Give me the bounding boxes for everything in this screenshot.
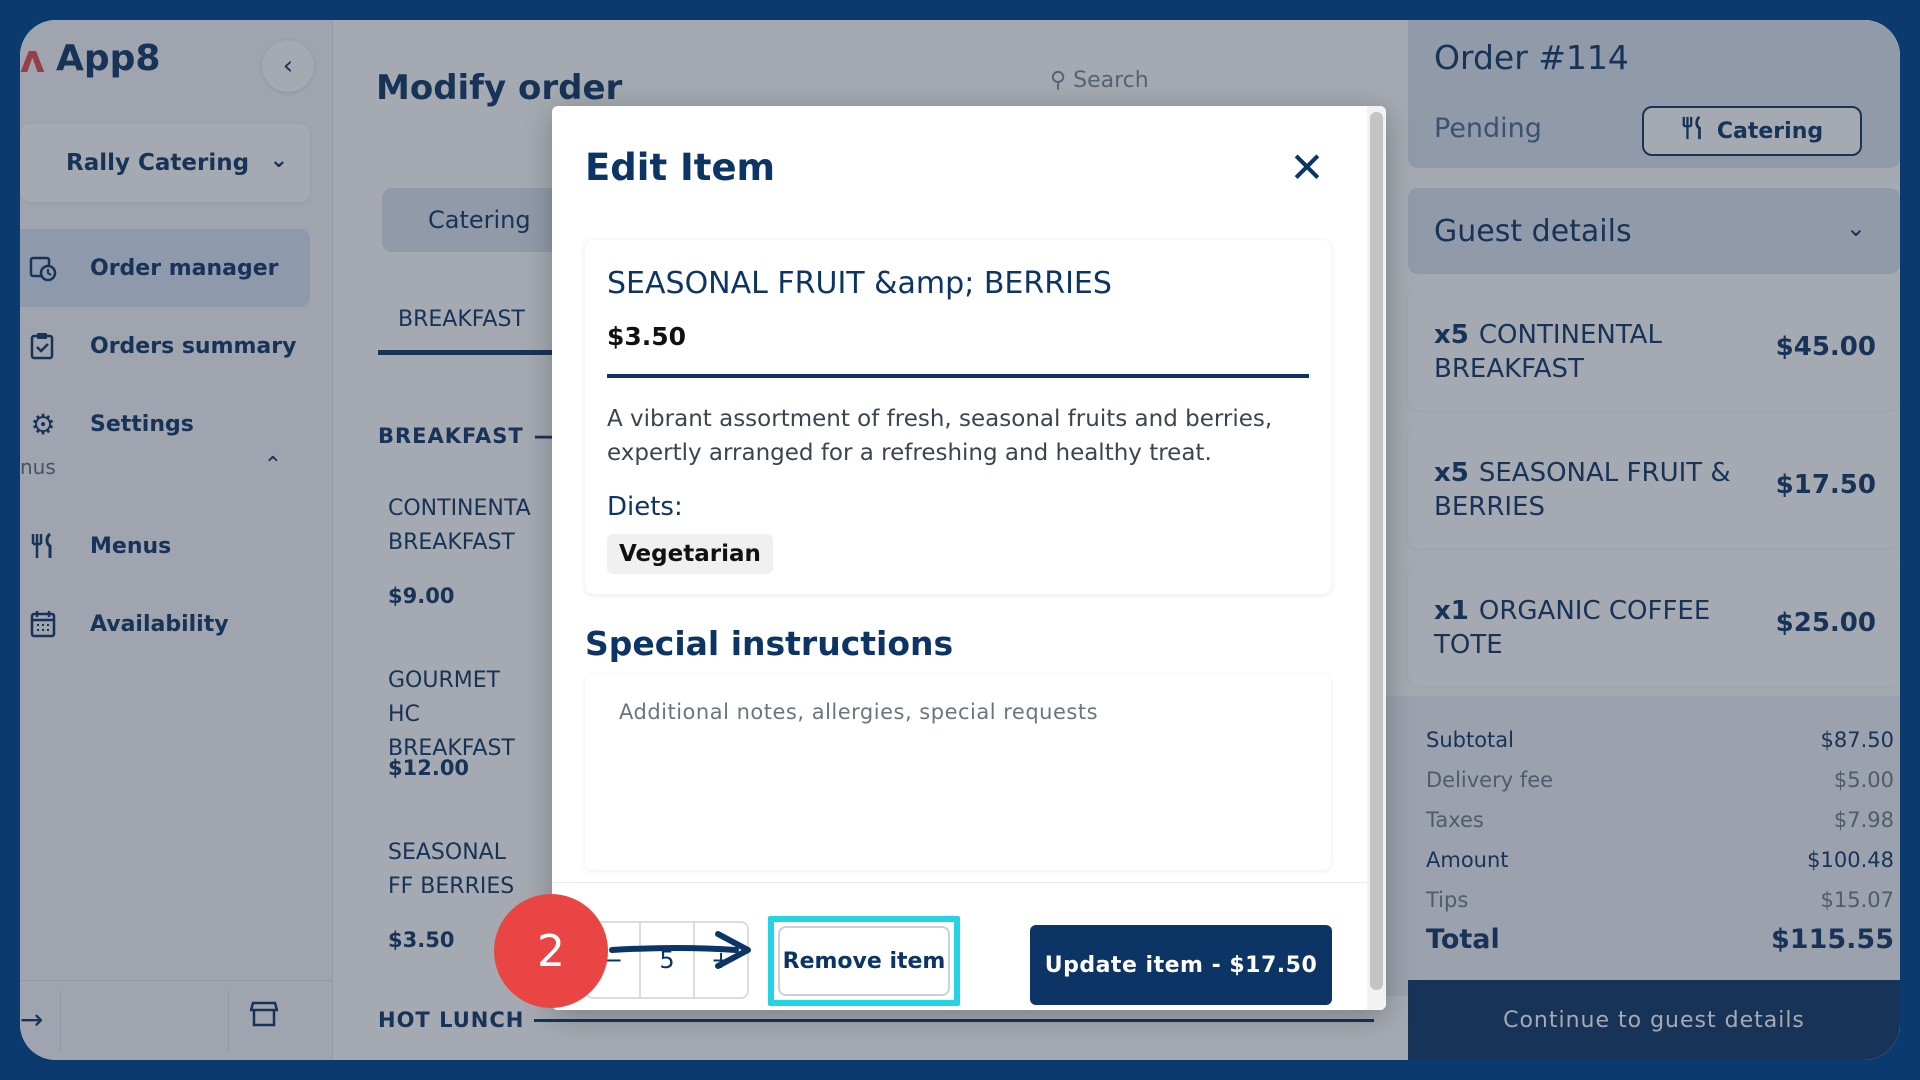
item-description: A vibrant assortment of fresh, seasonal … (607, 406, 1273, 466)
item-price: $3.50 (607, 322, 687, 351)
item-name: SEASONAL FRUIT &amp; BERRIES (607, 266, 1112, 301)
dialog-title: Edit Item (585, 146, 776, 189)
special-instructions-box (585, 674, 1331, 870)
special-instructions-input[interactable] (585, 674, 1331, 870)
scrollbar-thumb[interactable] (1370, 112, 1383, 990)
close-icon: ✕ (1289, 142, 1325, 192)
pointer-arrow-icon (609, 931, 751, 969)
diet-tag: Vegetarian (607, 534, 773, 574)
divider (607, 374, 1309, 378)
step-marker: 2 (494, 894, 608, 1008)
edit-item-dialog: Edit Item ✕ SEASONAL FRUIT &amp; BERRIES… (552, 106, 1386, 1010)
tutorial-highlight (768, 916, 960, 1006)
update-item-button[interactable]: Update item - $17.50 (1030, 925, 1332, 1005)
item-detail-card: SEASONAL FRUIT &amp; BERRIES $3.50 A vib… (585, 240, 1331, 594)
close-button[interactable]: ✕ (1282, 142, 1332, 192)
app-window: ᴧ App8 ‹ Rally Catering ⌄ Order manager … (20, 20, 1900, 1060)
special-instructions-title: Special instructions (585, 624, 954, 663)
diets-label: Diets: (607, 492, 683, 522)
